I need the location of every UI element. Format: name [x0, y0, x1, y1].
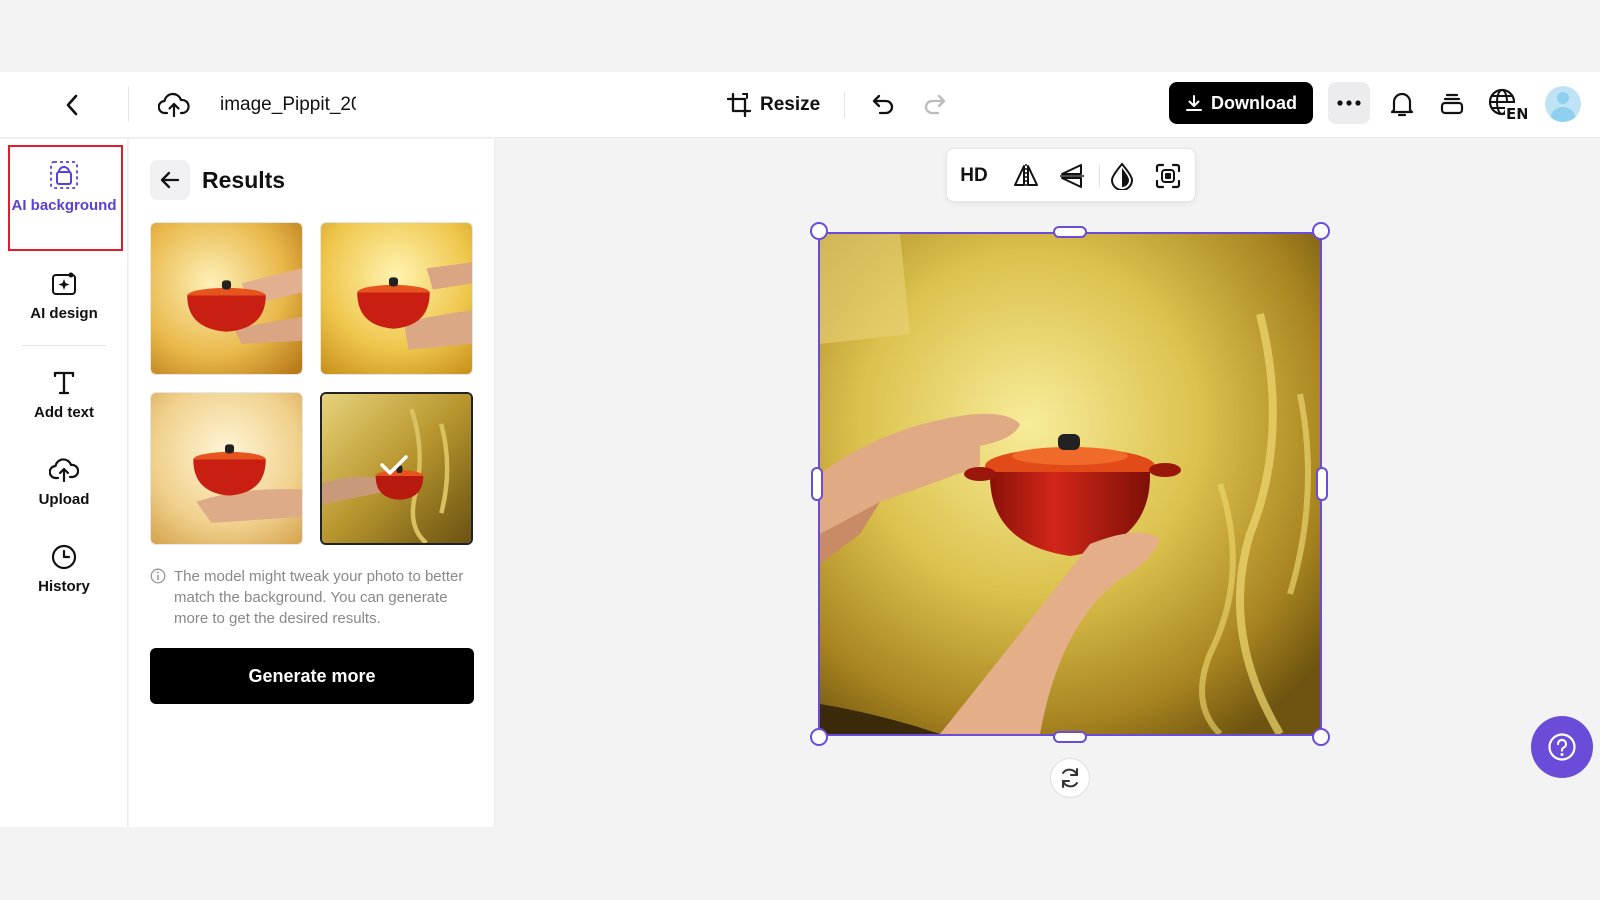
result-thumbnail[interactable]	[150, 222, 303, 375]
undo-icon[interactable]	[866, 87, 900, 121]
nav-ai-background[interactable]: AI background	[10, 160, 118, 216]
arrow-left-icon	[160, 171, 180, 189]
resize-handle-top[interactable]	[1053, 226, 1087, 238]
result-thumbnail-selected[interactable]	[320, 392, 473, 545]
resize-icon	[726, 92, 752, 118]
nav-divider	[22, 345, 106, 346]
nav-upload[interactable]: Upload	[10, 456, 118, 510]
download-label: Download	[1211, 92, 1297, 113]
nav-label: History	[38, 578, 90, 595]
help-question-icon	[1548, 733, 1576, 761]
resize-handle-bottom-left[interactable]	[810, 728, 828, 746]
nav-add-text[interactable]: Add text	[10, 369, 118, 423]
results-title: Results	[202, 167, 286, 193]
ai-background-icon	[50, 161, 78, 189]
info-icon	[150, 568, 166, 584]
resize-handle-left[interactable]	[811, 467, 823, 501]
cloud-upload-icon[interactable]	[156, 87, 192, 123]
toolbar-divider	[1099, 165, 1100, 187]
generate-more-button[interactable]: Generate more	[150, 648, 474, 704]
resize-handle-right[interactable]	[1316, 467, 1328, 501]
hd-button[interactable]: HD	[957, 161, 991, 191]
rotate-button[interactable]	[1050, 758, 1090, 798]
nav-history[interactable]: History	[10, 543, 118, 597]
rotate-icon	[1062, 768, 1078, 788]
download-icon	[1186, 95, 1202, 111]
focus-crop-icon[interactable]	[1151, 161, 1185, 191]
checkmark-icon	[380, 455, 408, 475]
image-toolbar: HD	[946, 148, 1196, 202]
download-button[interactable]: Download	[1169, 82, 1313, 124]
resize-handle-bottom[interactable]	[1053, 731, 1087, 743]
info-text: The model might tweak your photo to bett…	[174, 568, 464, 627]
nav-label: AI design	[30, 305, 98, 322]
resize-handle-bottom-right[interactable]	[1312, 728, 1330, 746]
layers-stack-icon[interactable]	[1434, 86, 1470, 122]
result-thumbnail[interactable]	[320, 222, 473, 375]
flip-horizontal-icon[interactable]	[1009, 161, 1043, 191]
header-divider	[128, 86, 129, 122]
upload-cloud-icon	[49, 458, 79, 483]
top-header: image_Pippit_20 Resize Download EN	[0, 72, 1600, 138]
text-icon	[53, 371, 75, 395]
results-back-button[interactable]	[150, 160, 190, 200]
notification-bell-icon[interactable]	[1384, 86, 1420, 122]
resize-handle-top-right[interactable]	[1312, 222, 1330, 240]
file-name[interactable]: image_Pippit_20	[220, 90, 356, 120]
result-thumbnail[interactable]	[150, 392, 303, 545]
back-chevron-icon[interactable]	[56, 89, 88, 121]
language-code: EN	[1506, 105, 1527, 122]
help-button[interactable]	[1531, 716, 1593, 778]
language-globe-icon[interactable]: EN	[1486, 84, 1528, 124]
redo-icon[interactable]	[918, 87, 952, 121]
resize-handle-top-left[interactable]	[810, 222, 828, 240]
nav-label: Upload	[38, 491, 90, 508]
nav-label: AI background	[11, 197, 117, 214]
nav-label: Add text	[34, 404, 94, 421]
resize-label: Resize	[760, 94, 821, 115]
canvas-image[interactable]	[818, 232, 1322, 736]
history-clock-icon	[51, 544, 77, 570]
nav-ai-design[interactable]: AI design	[10, 270, 118, 324]
more-options-icon[interactable]	[1328, 82, 1370, 124]
flip-vertical-icon[interactable]	[1055, 161, 1089, 191]
resize-button[interactable]: Resize	[726, 88, 820, 122]
user-avatar[interactable]	[1545, 86, 1581, 122]
ai-design-icon	[52, 272, 76, 295]
header-divider	[844, 92, 845, 118]
opacity-drop-icon[interactable]	[1105, 161, 1139, 191]
info-note: The model might tweak your photo to bett…	[150, 566, 480, 629]
